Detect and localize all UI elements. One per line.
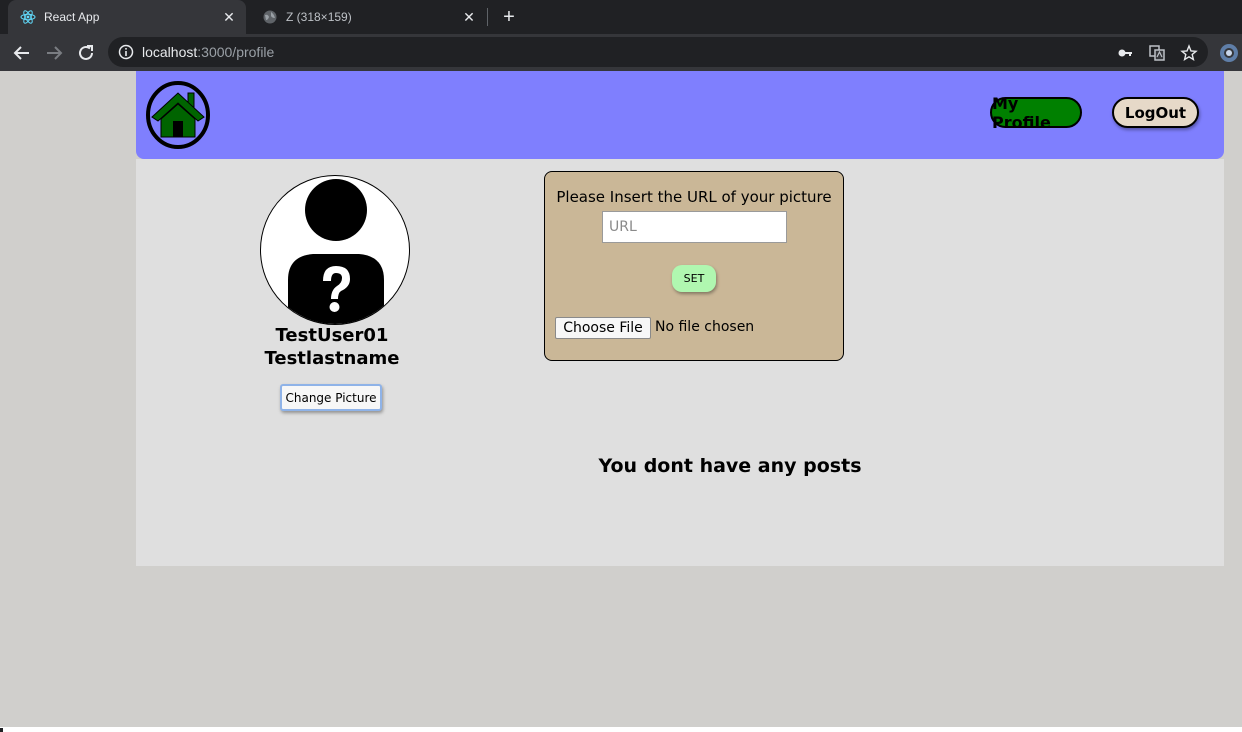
tab-title: Z (318×159): [286, 10, 352, 24]
home-icon[interactable]: [146, 81, 210, 149]
set-button[interactable]: SET: [672, 265, 716, 292]
browser-toolbar: localhost:3000/profile: [0, 34, 1242, 71]
corner-mark: [0, 728, 3, 732]
star-icon[interactable]: [1180, 44, 1198, 62]
extension-icon[interactable]: [1219, 43, 1239, 63]
choose-file-button[interactable]: Choose File: [555, 317, 651, 339]
info-icon[interactable]: [118, 44, 134, 60]
back-arrow-icon[interactable]: [11, 42, 33, 64]
picture-panel-title: Please Insert the URL of your picture: [556, 188, 832, 206]
address-host: localhost: [142, 44, 198, 60]
logout-button[interactable]: LogOut: [1112, 97, 1199, 128]
reload-icon[interactable]: [75, 42, 97, 64]
app-header: My Profile LogOut: [136, 71, 1224, 159]
page-viewport: My Profile LogOut TestUser01 Testlastnam…: [0, 71, 1242, 727]
key-icon[interactable]: [1116, 44, 1134, 62]
close-icon[interactable]: ✕: [460, 8, 478, 26]
forward-arrow-icon[interactable]: [43, 42, 65, 64]
file-status-text: No file chosen: [655, 319, 755, 335]
picture-url-panel: Please Insert the URL of your picture SE…: [544, 171, 844, 361]
close-icon[interactable]: ✕: [220, 8, 238, 26]
tab-image[interactable]: Z (318×159) ✕: [250, 0, 486, 34]
profile-last-name: Testlastname: [264, 348, 400, 369]
browser-tab-strip: React App ✕ Z (318×159) ✕ +: [0, 0, 1242, 34]
react-logo-icon: [20, 9, 36, 25]
url-input[interactable]: [602, 211, 787, 243]
new-tab-icon[interactable]: +: [499, 7, 519, 27]
address-bar[interactable]: localhost:3000/profile: [108, 37, 1208, 67]
address-url: localhost:3000/profile: [142, 44, 274, 60]
tab-title: React App: [44, 10, 100, 24]
globe-icon: [262, 9, 278, 25]
tab-separator: [487, 8, 488, 26]
tab-react-app[interactable]: React App ✕: [8, 0, 246, 34]
bottom-strip: [0, 727, 1242, 732]
translate-icon[interactable]: [1148, 44, 1166, 62]
my-profile-button[interactable]: My Profile: [990, 94, 1082, 132]
change-picture-button[interactable]: Change Picture: [280, 384, 382, 411]
profile-first-name: TestUser01: [275, 325, 389, 346]
no-posts-message: You dont have any posts: [598, 455, 862, 477]
unknown-user-avatar-icon: [260, 175, 410, 325]
profile-content: TestUser01 Testlastname Change Picture P…: [136, 159, 1224, 566]
address-path: :3000/profile: [197, 44, 275, 60]
